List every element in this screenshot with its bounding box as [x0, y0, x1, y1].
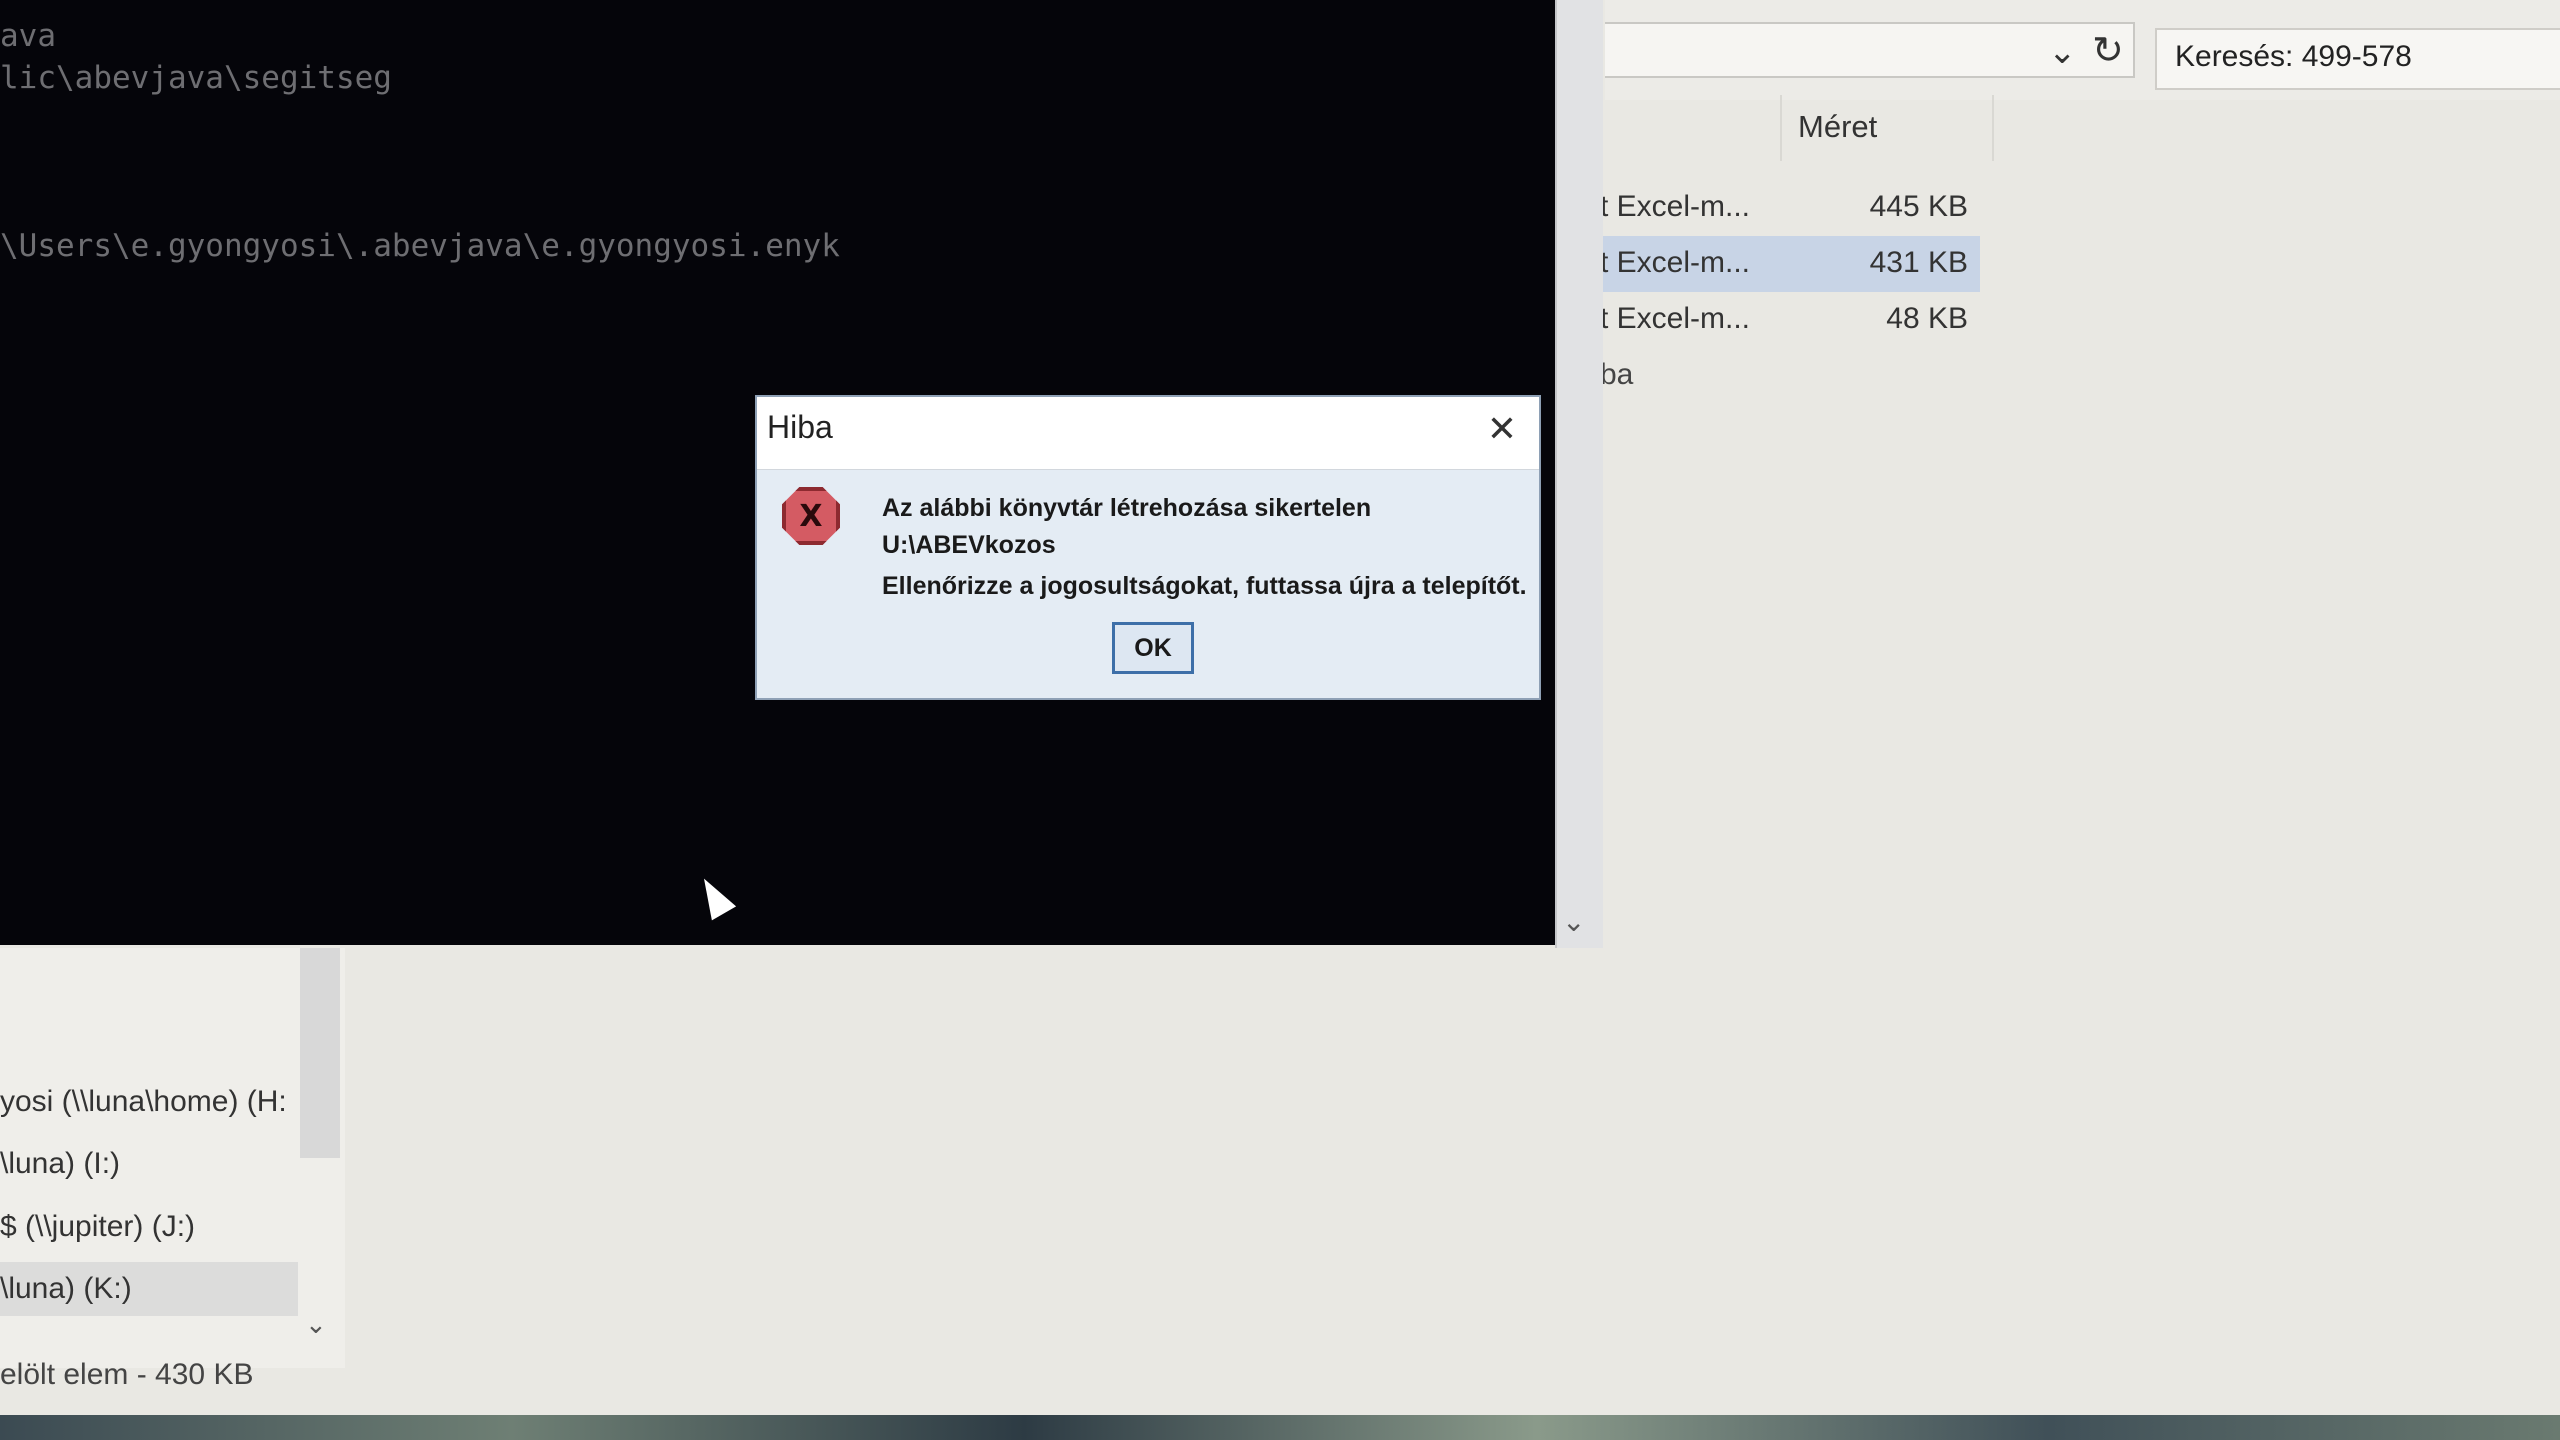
dialog-titlebar[interactable]: Hiba ✕ — [757, 397, 1539, 470]
close-icon[interactable]: ✕ — [1487, 409, 1517, 450]
search-placeholder: Keresés: 499-578 — [2175, 40, 2412, 73]
console-line: ava — [0, 18, 56, 54]
dialog-message-path: U:\ABEVkozos — [882, 531, 1056, 559]
file-row[interactable]: t Excel-m... 445 KB — [1600, 180, 1980, 236]
dialog-title: Hiba — [767, 409, 833, 445]
nav-item-drive[interactable]: \luna) (I:) — [0, 1137, 298, 1191]
nav-item-label: \luna) (K:) — [0, 1272, 132, 1305]
dialog-message-line: Az alábbi könyvtár létrehozása sikertele… — [882, 494, 1372, 522]
nav-scrollbar[interactable] — [300, 948, 340, 1158]
error-dialog: Hiba ✕ X Az alábbi könyvtár létrehozása … — [755, 395, 1541, 700]
error-icon: X — [782, 487, 840, 545]
dialog-message-line: Ellenőrizze a jogosultságokat, futtassa … — [882, 572, 1527, 600]
file-row[interactable]: t Excel-m... 48 KB — [1600, 292, 1980, 348]
chevron-down-icon[interactable]: ⌄ — [2048, 32, 2077, 72]
file-size: 48 KB — [1886, 302, 1968, 335]
console-line: lic\abevjava\segitseg — [0, 60, 392, 96]
file-size: 431 KB — [1869, 246, 1968, 279]
partial-file-label: ba — [1600, 358, 1634, 391]
file-name: t Excel-m... — [1600, 246, 1751, 279]
nav-item-label: yosi (\\luna\home) (H: — [0, 1085, 287, 1118]
nav-item-drive[interactable]: \luna) (K:) — [0, 1262, 298, 1316]
console-scrollbar[interactable] — [1555, 0, 1603, 948]
nav-item-drive[interactable]: $ (\\jupiter) (J:) — [0, 1200, 298, 1254]
column-header-size[interactable]: Méret — [1780, 95, 1994, 161]
chevron-down-icon[interactable]: ⌄ — [305, 1310, 327, 1340]
desk-background — [0, 1415, 2560, 1440]
console-line: \Users\e.gyongyosi\.abevjava\e.gyongyosi… — [0, 228, 840, 264]
ok-button[interactable]: OK — [1112, 622, 1194, 674]
file-name: t Excel-m... — [1600, 190, 1751, 223]
status-bar-text: elölt elem - 430 KB — [0, 1358, 254, 1391]
chevron-down-icon[interactable]: ⌄ — [1562, 905, 1585, 938]
nav-item-label: $ (\\jupiter) (J:) — [0, 1210, 196, 1243]
file-name: t Excel-m... — [1600, 302, 1751, 335]
nav-item-label: \luna) (I:) — [0, 1147, 121, 1180]
refresh-icon[interactable]: ↻ — [2092, 28, 2124, 72]
error-glyph: X — [799, 498, 823, 534]
file-row[interactable]: t Excel-m... 431 KB — [1600, 236, 1980, 292]
file-size: 445 KB — [1869, 190, 1968, 223]
column-header-label: Méret — [1798, 109, 1878, 144]
nav-item-drive[interactable]: yosi (\\luna\home) (H: — [0, 1075, 298, 1129]
